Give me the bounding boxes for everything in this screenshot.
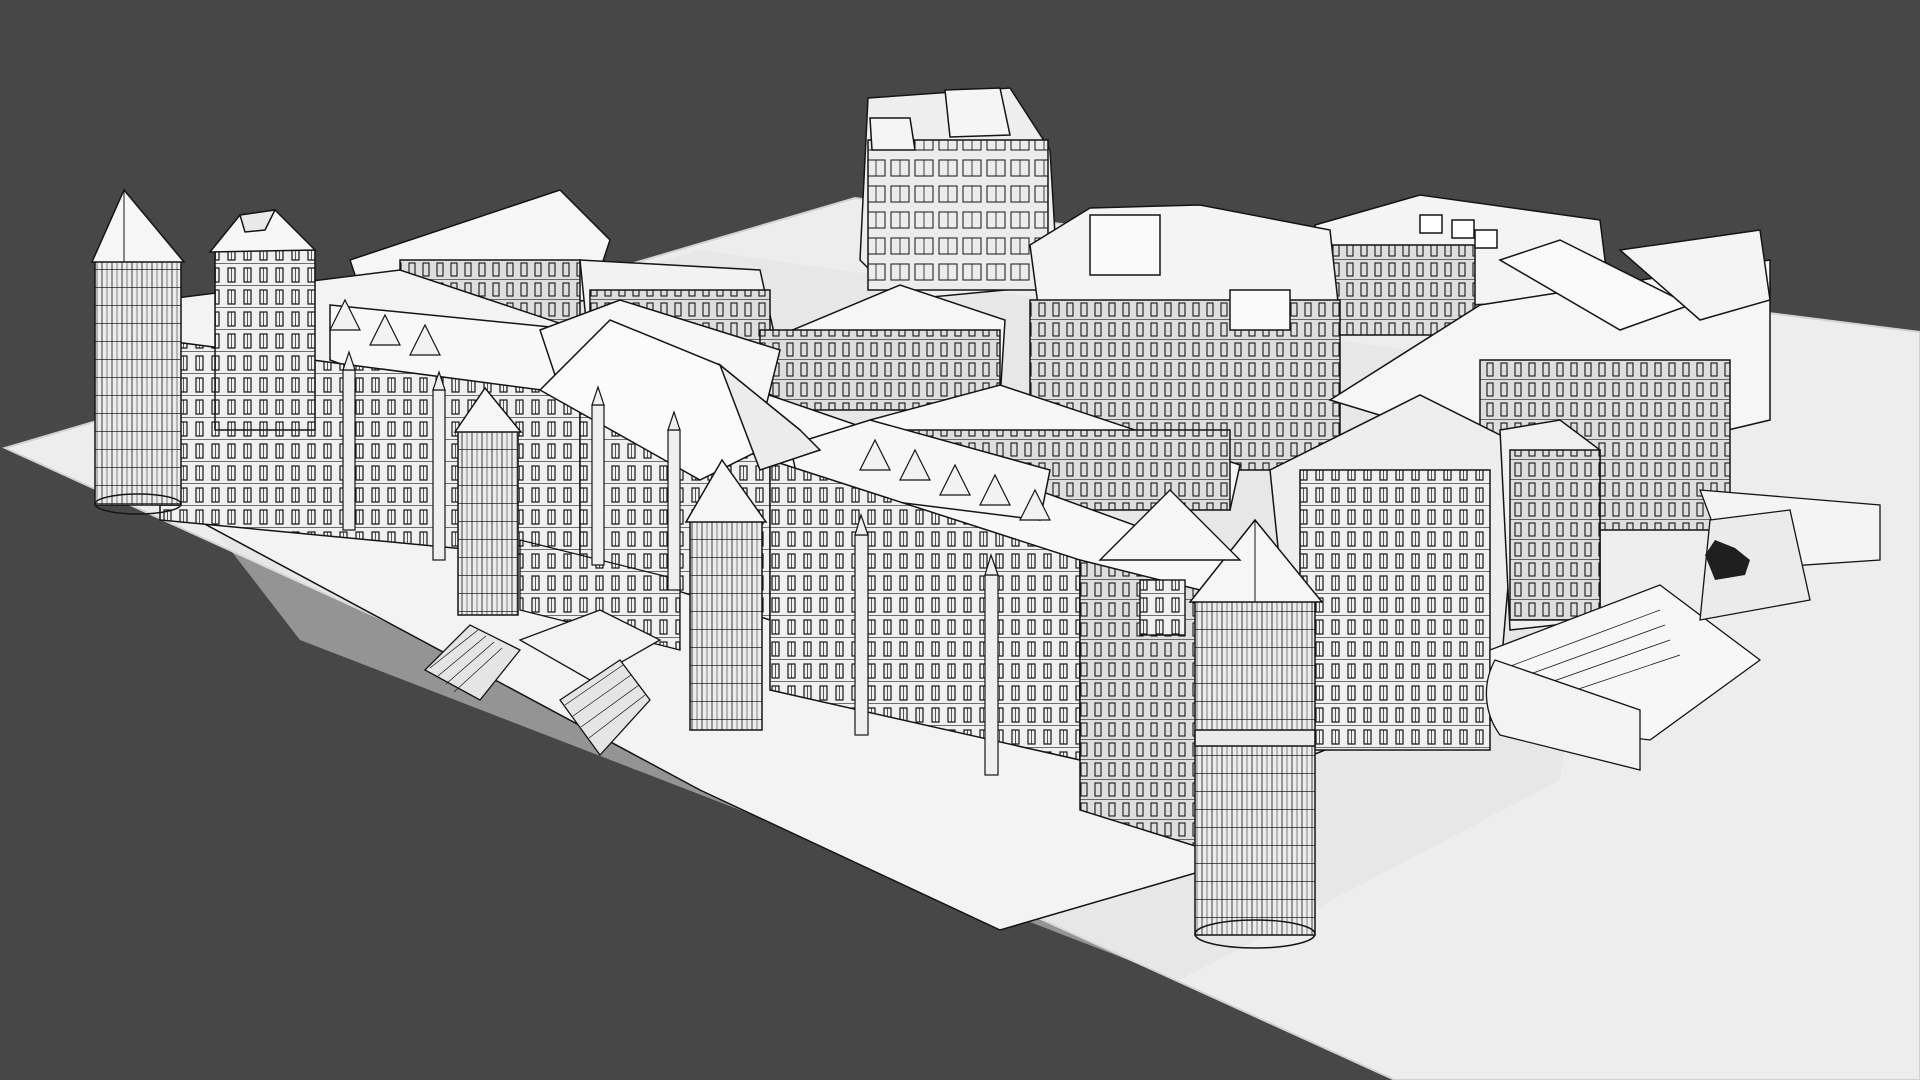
rear-tower-block bbox=[859, 87, 1059, 301]
tower-front-right bbox=[1188, 518, 1324, 949]
tower-far-left bbox=[90, 188, 186, 515]
building-model-render bbox=[2, 87, 1920, 1080]
tower-corner-dome bbox=[208, 209, 317, 431]
tower-center bbox=[453, 386, 523, 616]
